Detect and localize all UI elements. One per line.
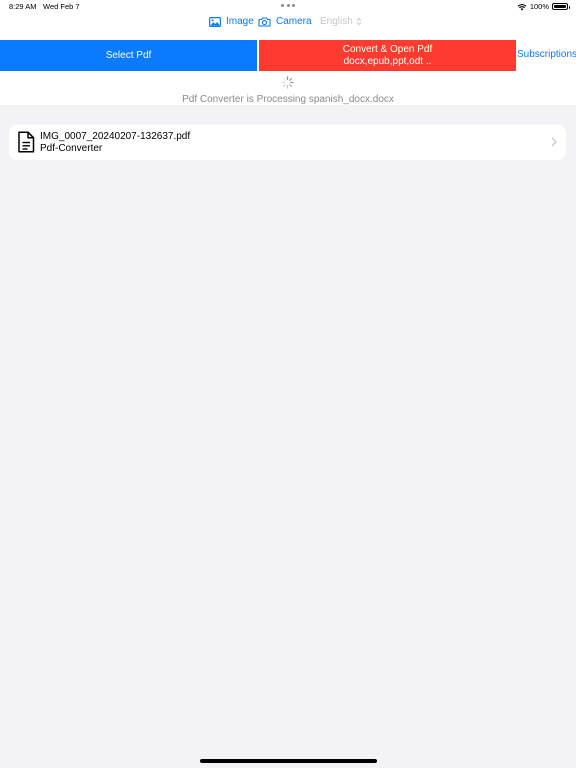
multitasking-dots-icon[interactable] (281, 4, 295, 7)
battery-percent: 100% (529, 2, 549, 11)
chevron-right-icon (551, 137, 557, 147)
convert-subtitle: docx,epub,ppt,odt .. (343, 55, 432, 67)
convert-title: Convert & Open Pdf (342, 43, 433, 55)
image-label: Image (226, 16, 254, 27)
convert-open-pdf-button[interactable]: Convert & Open Pdf docx,epub,ppt,odt .. (259, 40, 516, 71)
home-indicator[interactable] (200, 759, 377, 763)
status-time: 8:29 AM (9, 2, 37, 11)
camera-icon (258, 16, 271, 27)
file-list-item[interactable]: IMG_0007_20240207-132637.pdf Pdf-Convert… (9, 125, 566, 160)
processing-status: Pdf Converter is Processing spanish_docx… (182, 94, 394, 105)
document-icon (18, 131, 35, 153)
select-pdf-button[interactable]: Select Pdf (0, 40, 257, 71)
subscriptions-button[interactable]: Subscriptions (517, 49, 576, 60)
status-date: Wed Feb 7 (43, 2, 80, 11)
camera-button[interactable]: Camera (258, 16, 312, 27)
file-folder: Pdf-Converter (40, 143, 103, 154)
loading-spinner-icon (281, 76, 294, 89)
language-selector[interactable]: English (320, 16, 367, 27)
image-button[interactable]: Image (209, 16, 254, 27)
wifi-icon (517, 3, 527, 10)
chevron-up-down-icon (356, 17, 362, 26)
camera-label: Camera (276, 16, 312, 27)
battery-icon (552, 3, 570, 10)
status-right: 100% (517, 2, 570, 11)
toolbar: Image Camera English (0, 16, 576, 32)
language-label: English (320, 16, 353, 27)
photo-icon (209, 16, 221, 27)
select-pdf-label: Select Pdf (105, 49, 152, 61)
file-name: IMG_0007_20240207-132637.pdf (40, 131, 191, 142)
